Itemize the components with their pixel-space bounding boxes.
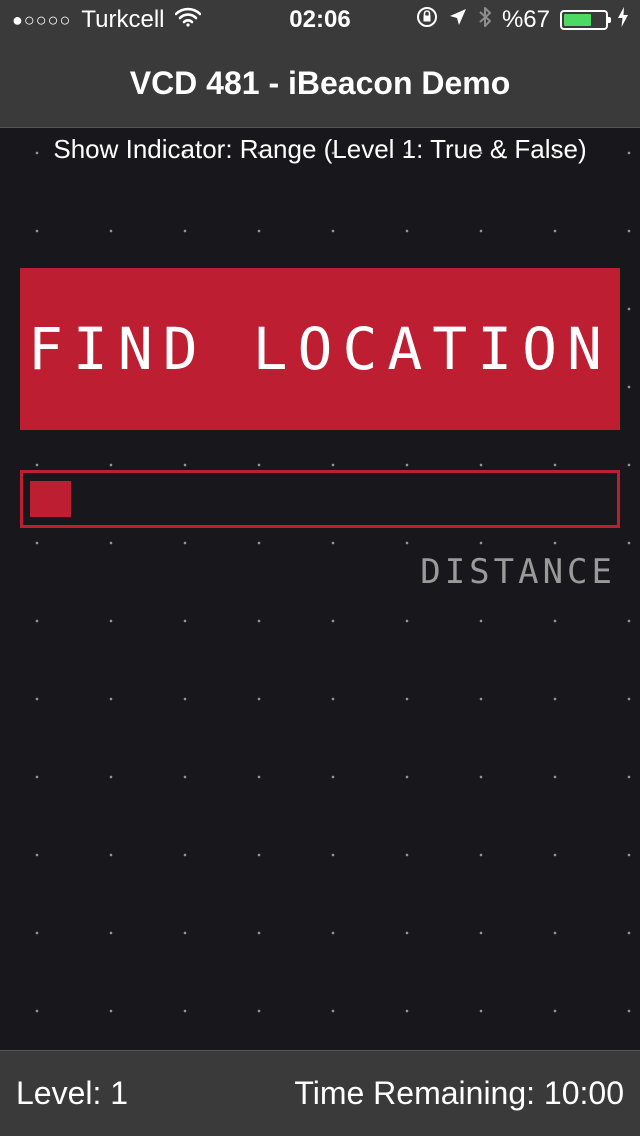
carrier-name: Turkcell (81, 6, 165, 33)
distance-progress-bar (20, 470, 620, 528)
find-location-button[interactable]: FIND LOCATION (20, 268, 620, 430)
location-icon (448, 6, 468, 34)
page-title: VCD 481 - iBeacon Demo (129, 65, 511, 101)
signal-strength-icon: ●○○○○ (12, 9, 72, 30)
status-left: ●○○○○ Turkcell (12, 6, 201, 34)
battery-level-fill (564, 14, 591, 26)
distance-progress-fill (30, 481, 71, 517)
orientation-lock-icon (416, 6, 438, 35)
main-content: Show Indicator: Range (Level 1: True & F… (0, 128, 640, 1050)
status-right: %67 (416, 6, 628, 35)
battery-icon (560, 10, 611, 30)
charging-icon (618, 6, 628, 34)
status-bar: ●○○○○ Turkcell 02:06 %67 (0, 0, 640, 40)
battery-percent: %67 (501, 6, 550, 33)
bluetooth-icon (478, 6, 492, 35)
indicator-text: Show Indicator: Range (Level 1: True & F… (53, 134, 587, 164)
time-remaining-label: Time Remaining: 10:00 (294, 1075, 624, 1111)
status-time: 02:06 (289, 6, 351, 33)
distance-label: DISTANCE (420, 552, 616, 592)
wifi-icon (174, 6, 201, 34)
footer-bar: Level: 1 Time Remaining: 10:00 (0, 1050, 640, 1136)
level-label: Level: 1 (16, 1075, 129, 1111)
navigation-bar: VCD 481 - iBeacon Demo (0, 40, 640, 128)
